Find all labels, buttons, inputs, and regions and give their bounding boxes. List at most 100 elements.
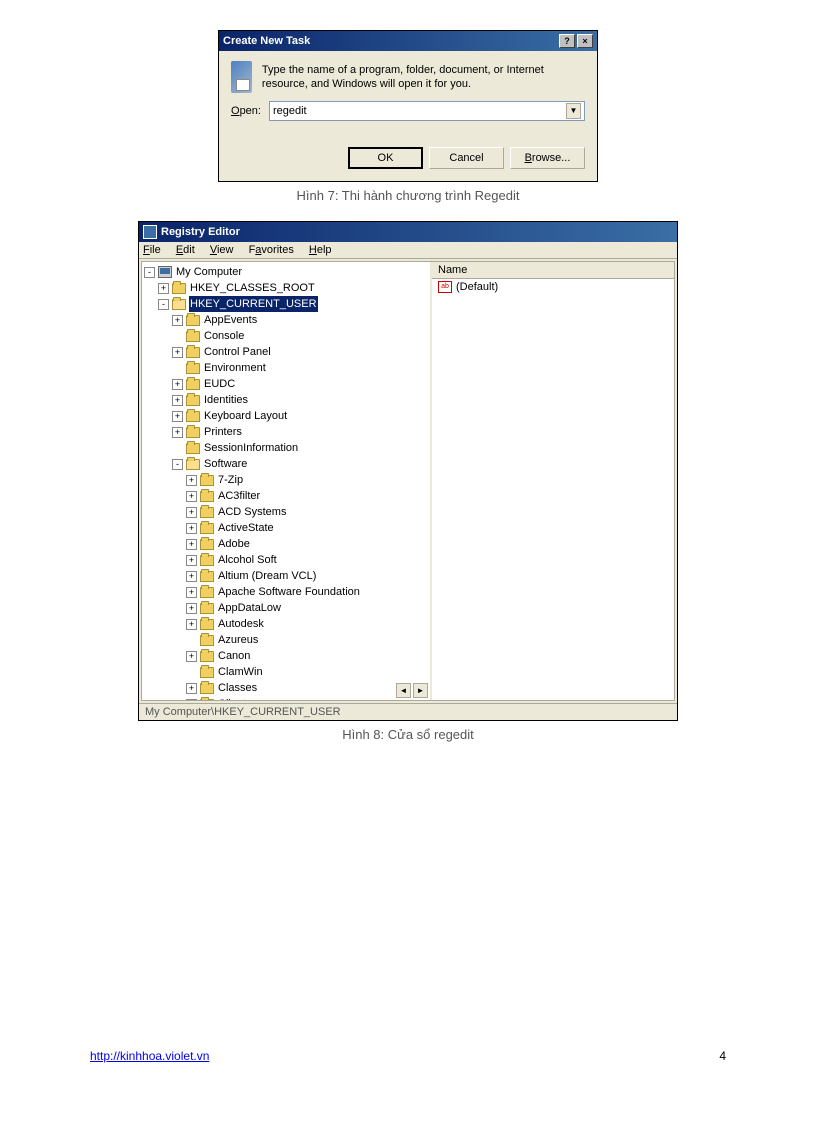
tree-label[interactable]: EUDC: [203, 376, 236, 392]
tree-node[interactable]: Azureus: [144, 632, 428, 648]
menubar[interactable]: File Edit View Favorites Help: [139, 242, 677, 259]
tree-label[interactable]: HKEY_CLASSES_ROOT: [189, 280, 316, 296]
expand-icon[interactable]: [172, 363, 183, 374]
tree-label[interactable]: ActiveState: [217, 520, 275, 536]
expand-icon[interactable]: +: [186, 523, 197, 534]
expand-icon[interactable]: [186, 635, 197, 646]
tree-node[interactable]: + Printers: [144, 424, 428, 440]
tree-node[interactable]: ClamWin: [144, 664, 428, 680]
regedit-titlebar[interactable]: Registry Editor: [139, 222, 677, 242]
expand-icon[interactable]: +: [172, 379, 183, 390]
tree-label[interactable]: ClamWin: [217, 664, 264, 680]
tree-node[interactable]: + Clients: [144, 696, 428, 700]
tree-label[interactable]: Identities: [203, 392, 249, 408]
expand-icon[interactable]: +: [172, 427, 183, 438]
help-button[interactable]: ?: [559, 34, 575, 48]
ok-button[interactable]: OK: [348, 147, 423, 169]
menu-help[interactable]: Help: [309, 244, 332, 256]
close-button[interactable]: ×: [577, 34, 593, 48]
tree-node[interactable]: + Identities: [144, 392, 428, 408]
menu-file[interactable]: File: [143, 244, 161, 256]
tree-node[interactable]: +Keyboard Layout: [144, 408, 428, 424]
expand-icon[interactable]: +: [172, 315, 183, 326]
tree-label[interactable]: Printers: [203, 424, 243, 440]
expand-icon[interactable]: -: [144, 267, 155, 278]
tree-node[interactable]: -Software: [144, 456, 428, 472]
tree-label[interactable]: Console: [203, 328, 245, 344]
expand-icon[interactable]: +: [172, 395, 183, 406]
tree-node[interactable]: Environment: [144, 360, 428, 376]
tree-node[interactable]: + Apache Software Foundation: [144, 584, 428, 600]
tree-node[interactable]: + AppEvents: [144, 312, 428, 328]
footer-link[interactable]: http://kinhhoa.violet.vn: [90, 1049, 209, 1063]
expand-icon[interactable]: +: [186, 699, 197, 701]
tree-label[interactable]: ACD Systems: [217, 504, 287, 520]
expand-icon[interactable]: +: [186, 587, 197, 598]
tree-label[interactable]: My Computer: [175, 264, 243, 280]
browse-button[interactable]: Browse...: [510, 147, 585, 169]
tree-node[interactable]: + Altium (Dream VCL): [144, 568, 428, 584]
expand-icon[interactable]: +: [186, 683, 197, 694]
tree-node[interactable]: + Autodesk: [144, 616, 428, 632]
scroll-right-button[interactable]: ►: [413, 683, 428, 698]
expand-icon[interactable]: +: [172, 347, 183, 358]
tree-label[interactable]: Alcohol Soft: [217, 552, 278, 568]
expand-icon[interactable]: +: [186, 571, 197, 582]
tree-label[interactable]: AppEvents: [203, 312, 258, 328]
titlebar[interactable]: Create New Task ? ×: [219, 31, 597, 51]
tree-label[interactable]: SessionInformation: [203, 440, 299, 456]
tree-node[interactable]: + EUDC: [144, 376, 428, 392]
tree-node[interactable]: + ACD Systems: [144, 504, 428, 520]
tree-node[interactable]: + Alcohol Soft: [144, 552, 428, 568]
tree-node[interactable]: +Canon: [144, 648, 428, 664]
expand-icon[interactable]: +: [186, 619, 197, 630]
scroll-left-button[interactable]: ◄: [396, 683, 411, 698]
tree-label[interactable]: AppDataLow: [217, 600, 282, 616]
tree-node[interactable]: Console: [144, 328, 428, 344]
tree-node[interactable]: +Adobe: [144, 536, 428, 552]
expand-icon[interactable]: +: [186, 507, 197, 518]
expand-icon[interactable]: +: [186, 491, 197, 502]
tree-node[interactable]: + AppDataLow: [144, 600, 428, 616]
cancel-button[interactable]: Cancel: [429, 147, 504, 169]
open-combobox[interactable]: ▼: [269, 101, 585, 121]
tree-node[interactable]: - My Computer: [144, 264, 428, 280]
tree-node[interactable]: +7-Zip: [144, 472, 428, 488]
tree-label[interactable]: Adobe: [217, 536, 251, 552]
list-item[interactable]: ab (Default): [432, 279, 674, 295]
tree-label[interactable]: HKEY_CURRENT_USER: [189, 296, 318, 312]
tree-node[interactable]: + ActiveState: [144, 520, 428, 536]
menu-favorites[interactable]: Favorites: [249, 244, 294, 256]
tree-node[interactable]: + Control Panel: [144, 344, 428, 360]
open-input[interactable]: [273, 105, 566, 117]
menu-edit[interactable]: Edit: [176, 244, 195, 256]
column-header-name[interactable]: Name: [432, 262, 674, 279]
expand-icon[interactable]: -: [172, 459, 183, 470]
menu-view[interactable]: View: [210, 244, 234, 256]
tree-node[interactable]: + Classes: [144, 680, 428, 696]
expand-icon[interactable]: [186, 667, 197, 678]
tree-node[interactable]: + AC3filter: [144, 488, 428, 504]
tree-label[interactable]: AC3filter: [217, 488, 261, 504]
expand-icon[interactable]: -: [158, 299, 169, 310]
expand-icon[interactable]: +: [186, 555, 197, 566]
expand-icon[interactable]: [172, 443, 183, 454]
expand-icon[interactable]: +: [172, 411, 183, 422]
expand-icon[interactable]: +: [158, 283, 169, 294]
expand-icon[interactable]: [172, 331, 183, 342]
dropdown-arrow-icon[interactable]: ▼: [566, 103, 581, 119]
expand-icon[interactable]: +: [186, 603, 197, 614]
tree-label[interactable]: Clients: [217, 696, 253, 700]
tree-label[interactable]: Autodesk: [217, 616, 265, 632]
tree-label[interactable]: Altium (Dream VCL): [217, 568, 317, 584]
tree-label[interactable]: 7-Zip: [217, 472, 244, 488]
expand-icon[interactable]: +: [186, 651, 197, 662]
tree-label[interactable]: Azureus: [217, 632, 259, 648]
tree-label[interactable]: Classes: [217, 680, 258, 696]
tree-label[interactable]: Apache Software Foundation: [217, 584, 361, 600]
tree-node[interactable]: + HKEY_CLASSES_ROOT: [144, 280, 428, 296]
tree-node[interactable]: - HKEY_CURRENT_USER: [144, 296, 428, 312]
tree-node[interactable]: SessionInformation: [144, 440, 428, 456]
tree-label[interactable]: Control Panel: [203, 344, 272, 360]
tree-label[interactable]: Environment: [203, 360, 267, 376]
